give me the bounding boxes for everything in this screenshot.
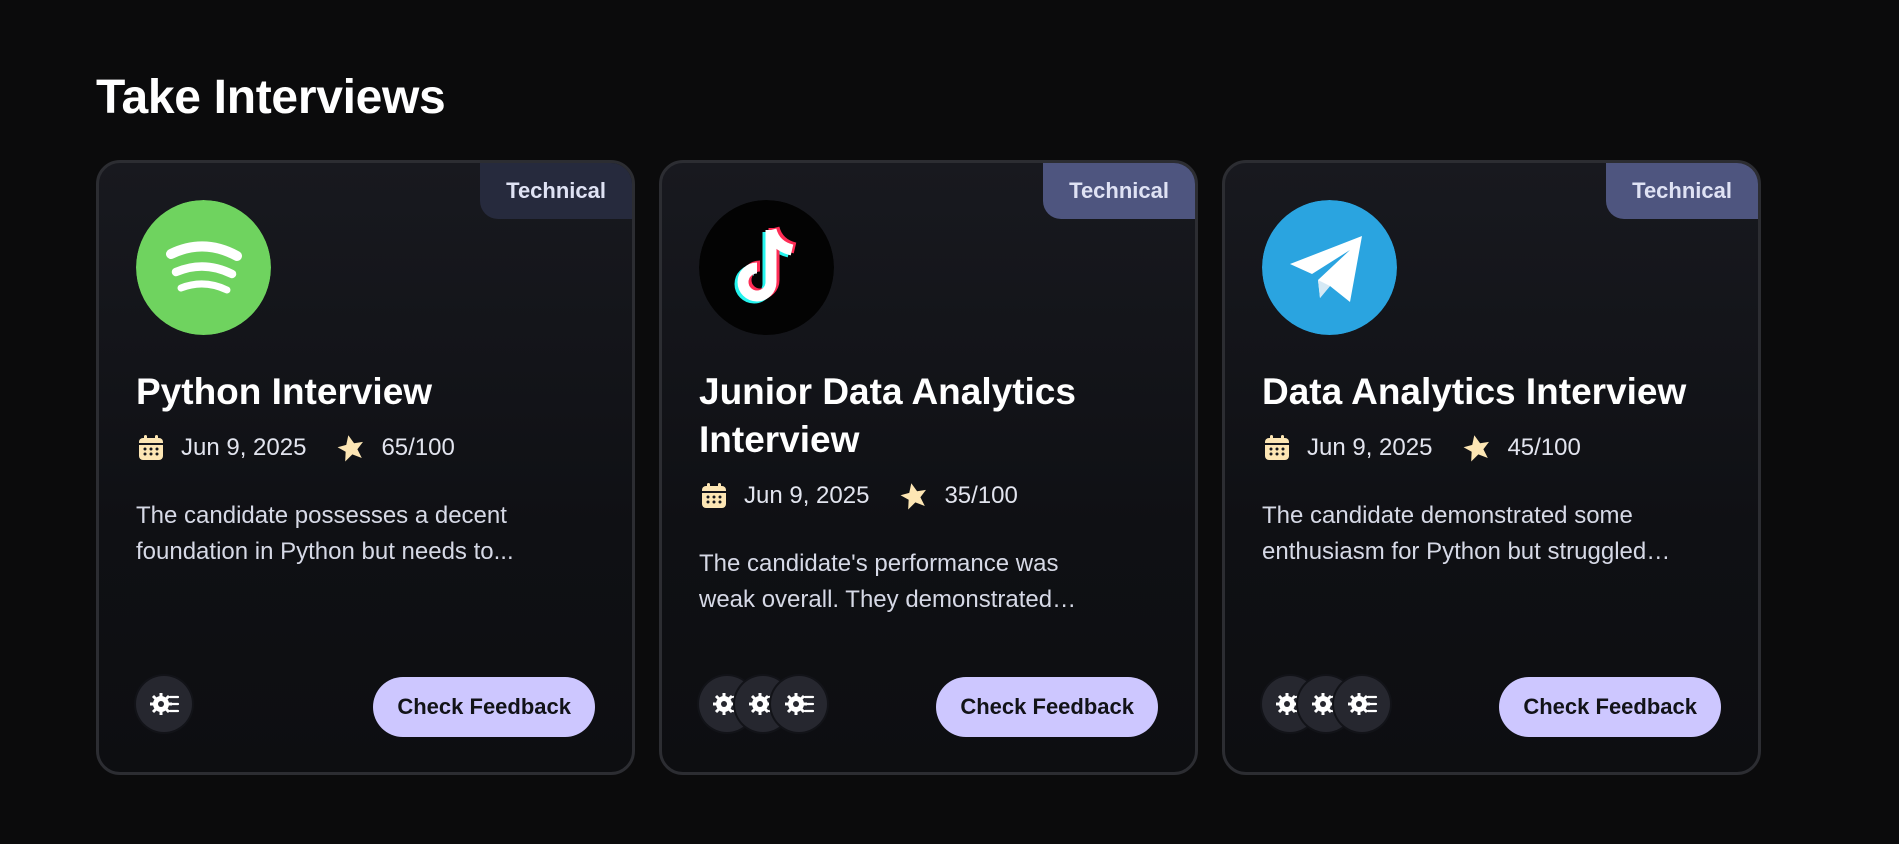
interview-title: Python Interview [136, 371, 433, 412]
tech-stack-icons [136, 676, 192, 732]
telegram-logo-icon [1262, 200, 1397, 335]
tech-stack-icons [1262, 676, 1390, 732]
check-feedback-button[interactable]: Check Feedback [373, 677, 595, 737]
interview-title: Data Analytics Interview [1262, 371, 1687, 412]
star-icon [336, 433, 366, 463]
interview-type-tag: Technical [1606, 163, 1758, 219]
interview-title: Junior Data Analytics Interview [699, 371, 1076, 460]
interview-type-tag: Technical [480, 163, 632, 219]
interview-summary: The candidate's performance was weak ove… [699, 550, 1059, 613]
calendar-icon [136, 433, 166, 463]
page: Take Interviews Technical Python Intervi… [0, 0, 1899, 844]
interview-card: Technical Python Interview Jun 9, 2025 6… [96, 160, 635, 775]
interview-card: Technical Data Analytics Interview Jun 9… [1222, 160, 1761, 775]
section-title: Take Interviews [96, 71, 446, 124]
interview-date: Jun 9, 2025 [1307, 434, 1433, 461]
tech-stack-icons [699, 676, 827, 732]
interview-type-tag: Technical [1043, 163, 1195, 219]
interview-score: 35/100 [944, 482, 1018, 509]
interview-cards-list: Technical Python Interview Jun 9, 2025 6… [96, 160, 1761, 775]
interview-date: Jun 9, 2025 [181, 434, 307, 461]
tiktok-logo-icon [699, 200, 834, 335]
spotify-logo-icon [136, 200, 271, 335]
star-icon [899, 481, 929, 511]
interview-summary: The candidate demonstrated some enthusia… [1262, 502, 1647, 565]
star-icon [1462, 433, 1492, 463]
interview-date: Jun 9, 2025 [744, 482, 870, 509]
gear-icon [136, 676, 192, 732]
check-feedback-button[interactable]: Check Feedback [936, 677, 1158, 737]
calendar-icon [699, 481, 729, 511]
interview-meta: Jun 9, 2025 35/100 [699, 481, 1018, 511]
gear-icon [771, 676, 827, 732]
interview-meta: Jun 9, 2025 65/100 [136, 433, 455, 463]
interview-summary: The candidate possesses a decent foundat… [136, 502, 514, 565]
interview-score: 45/100 [1507, 434, 1581, 461]
check-feedback-button[interactable]: Check Feedback [1499, 677, 1721, 737]
interview-score: 65/100 [381, 434, 455, 461]
interview-card: Technical Junior Data Analytics Intervie… [659, 160, 1198, 775]
gear-icon [1334, 676, 1390, 732]
interview-meta: Jun 9, 2025 45/100 [1262, 433, 1581, 463]
calendar-icon [1262, 433, 1292, 463]
